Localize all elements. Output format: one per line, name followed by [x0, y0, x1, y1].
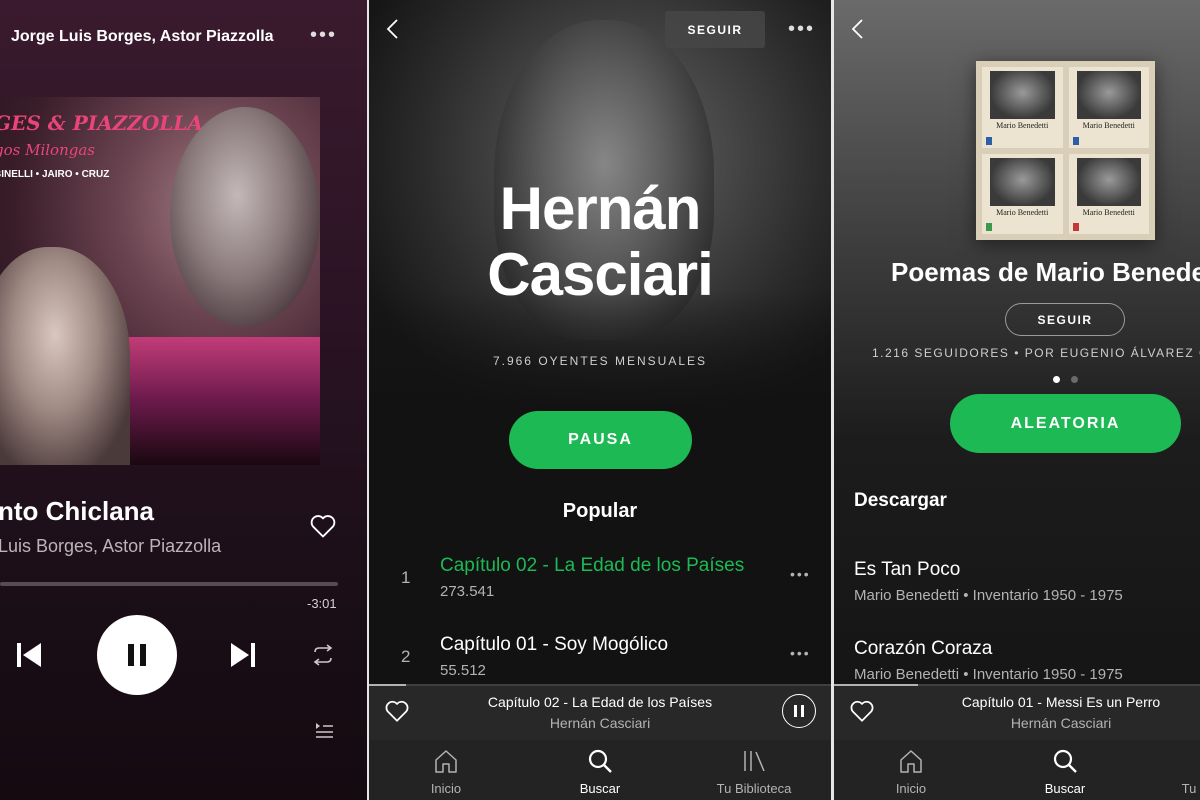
- artist-name: Hernán Casciari: [487, 175, 714, 308]
- tab-label: Tu Biblioteca: [716, 781, 792, 796]
- cover-tile: Mario Benedetti: [982, 153, 1063, 234]
- time-remaining: -3:01: [307, 596, 337, 611]
- section-title: Popular: [562, 500, 638, 522]
- mini-player-title: Capítulo 02 - La Edad de los Países: [487, 694, 713, 710]
- tab-label: Buscar: [1044, 781, 1086, 796]
- home-icon: [386, 748, 506, 774]
- back-arrow-icon[interactable]: [850, 18, 864, 45]
- queue-icon[interactable]: [312, 718, 336, 742]
- bottom-tab-bar: Inicio Buscar Tu Biblioteca: [369, 740, 831, 800]
- bottom-tab-bar: Inicio Buscar Tu Biblioteca: [834, 740, 1200, 800]
- monthly-listeners: 7.966 OYENTES MENSUALES: [492, 354, 708, 368]
- heart-icon[interactable]: [848, 698, 876, 724]
- search-icon: [1005, 748, 1125, 774]
- album-art-subtitle: gos Milongas: [0, 141, 95, 159]
- tab-label: Inicio: [430, 781, 462, 796]
- track-title: Capítulo 02 - La Edad de los Países: [440, 555, 745, 576]
- cover-tile: Mario Benedetti: [982, 67, 1063, 148]
- repeat-icon[interactable]: [309, 641, 337, 669]
- cover-tile: Mario Benedetti: [1068, 153, 1149, 234]
- tab-label: Buscar: [579, 781, 621, 796]
- heart-icon[interactable]: [308, 512, 338, 540]
- more-options-icon[interactable]: •••: [788, 18, 815, 41]
- track-subtitle: Mario Benedetti • Inventario 1950 - 1975: [854, 666, 1123, 683]
- previous-track-icon[interactable]: [12, 638, 46, 672]
- mini-player[interactable]: Capítulo 02 - La Edad de los Países Hern…: [369, 684, 831, 740]
- playback-progress-bar[interactable]: [0, 582, 338, 586]
- tab-label: Inicio: [895, 781, 927, 796]
- album-art-portrait: [170, 107, 320, 327]
- home-icon: [851, 748, 971, 774]
- track-plays: 273.541: [440, 583, 495, 600]
- album-art: GES & PIAZZOLLA gos Milongas BINELLI • J…: [0, 97, 320, 465]
- follow-button[interactable]: SEGUIR: [665, 11, 765, 48]
- tab-home[interactable]: Inicio: [851, 740, 971, 800]
- track-title: Corazón Coraza: [854, 638, 993, 659]
- album-art-city: [100, 337, 320, 465]
- library-icon: [694, 748, 814, 774]
- download-label[interactable]: Descargar: [854, 490, 947, 512]
- track-number: 1: [401, 568, 411, 587]
- mini-player-title: Capítulo 01 - Messi Es un Perro: [961, 694, 1161, 710]
- library-icon: [1159, 748, 1200, 774]
- pause-button[interactable]: PAUSA: [509, 411, 692, 469]
- pager-dot[interactable]: [1071, 376, 1078, 383]
- now-playing-screen: Jorge Luis Borges, Astor Piazzolla ••• G…: [0, 0, 367, 800]
- pager-dot-active[interactable]: [1053, 376, 1060, 383]
- next-track-icon[interactable]: [226, 638, 260, 672]
- more-options-icon[interactable]: •••: [310, 24, 337, 47]
- track-number: 2: [401, 647, 411, 666]
- mini-player[interactable]: Capítulo 01 - Messi Es un Perro Hernán C…: [834, 684, 1200, 740]
- playlist-cover: Mario Benedetti Mario Benedetti Mario Be…: [976, 61, 1155, 240]
- mini-player-artist: Hernán Casciari: [549, 715, 651, 731]
- track-title: nto Chiclana: [0, 496, 155, 526]
- tab-library[interactable]: Tu Biblioteca: [694, 740, 814, 800]
- mini-player-progress: [369, 684, 831, 686]
- track-title: Es Tan Poco: [854, 559, 961, 580]
- album-art-portrait: [0, 247, 130, 465]
- playlist-screen: Mario Benedetti Mario Benedetti Mario Be…: [834, 0, 1200, 800]
- tab-label: Tu Biblioteca: [1181, 781, 1200, 796]
- tab-search[interactable]: Buscar: [540, 740, 660, 800]
- album-art-title: GES & PIAZZOLLA: [0, 111, 203, 135]
- mini-pause-icon[interactable]: [782, 694, 816, 728]
- track-subtitle: Mario Benedetti • Inventario 1950 - 1975: [854, 587, 1123, 604]
- shuffle-button[interactable]: ALEATORIA: [950, 394, 1181, 453]
- cover-tile: Mario Benedetti: [1068, 67, 1149, 148]
- playlist-title: Poemas de Mario Benedetti: [891, 257, 1200, 287]
- track-plays: 55.512: [440, 662, 486, 679]
- tab-library[interactable]: Tu Biblioteca: [1159, 740, 1200, 800]
- more-options-icon[interactable]: •••: [790, 566, 811, 582]
- artist-screen: SEGUIR ••• Hernán Casciari 7.966 OYENTES…: [369, 0, 831, 800]
- album-art-credits: BINELLI • JAIRO • CRUZ: [0, 169, 110, 180]
- playlist-meta: 1.216 SEGUIDORES • POR EUGENIO ÁLVAREZ C…: [872, 346, 1200, 360]
- follow-button[interactable]: SEGUIR: [1005, 303, 1125, 336]
- tab-home[interactable]: Inicio: [386, 740, 506, 800]
- mini-player-progress: [834, 684, 1200, 686]
- mini-player-artist: Hernán Casciari: [1010, 715, 1112, 731]
- back-arrow-icon[interactable]: [385, 18, 399, 45]
- pause-button[interactable]: [97, 615, 177, 695]
- track-artist[interactable]: Luis Borges, Astor Piazzolla: [0, 536, 221, 557]
- track-title: Capítulo 01 - Soy Mogólico: [440, 634, 669, 655]
- more-options-icon[interactable]: •••: [790, 645, 811, 661]
- tab-search[interactable]: Buscar: [1005, 740, 1125, 800]
- now-playing-header-title: Jorge Luis Borges, Astor Piazzolla: [11, 28, 274, 45]
- search-icon: [540, 748, 660, 774]
